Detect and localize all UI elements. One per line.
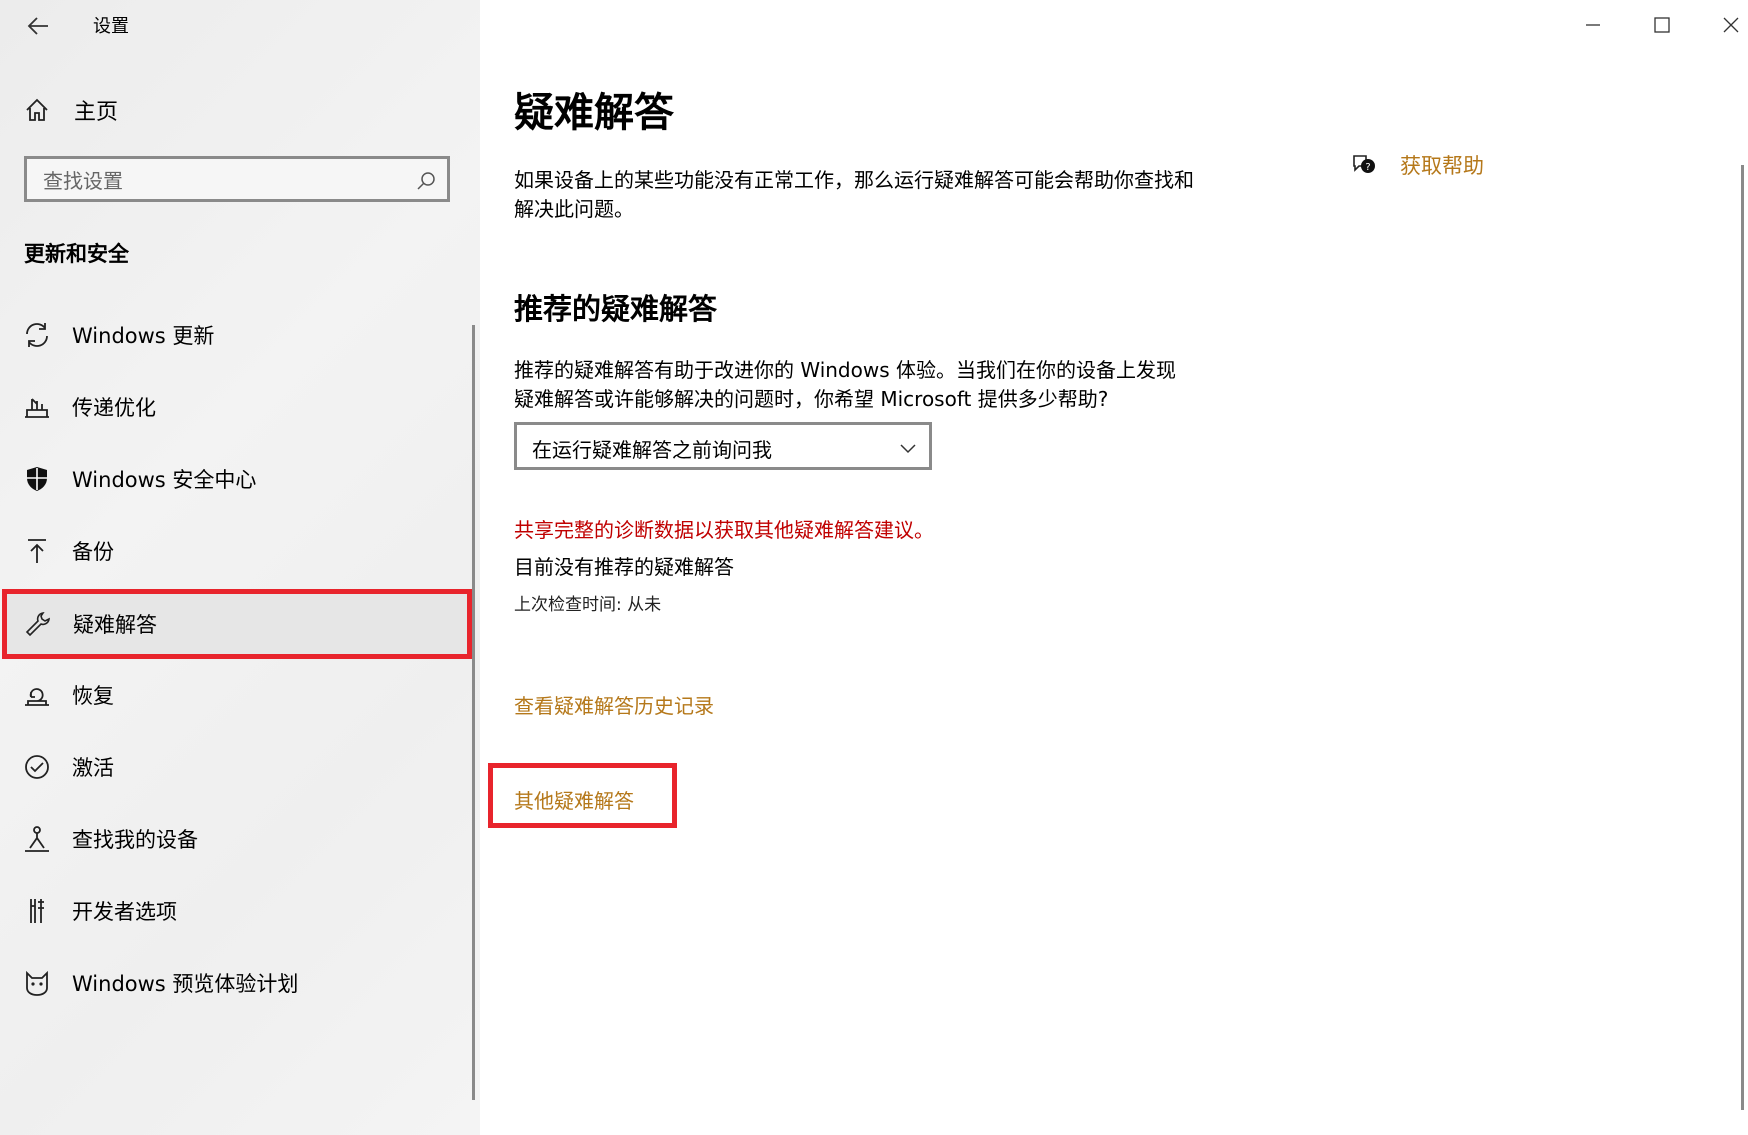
wrench-icon [25,612,50,637]
chevron-down-icon [900,444,916,454]
sidebar-item-home[interactable]: 主页 [24,92,118,128]
sidebar-item-backup[interactable]: 备份 [4,518,466,582]
sidebar-scrollbar[interactable] [472,325,475,1100]
other-troubleshooters-link[interactable]: 其他疑难解答 [488,763,677,828]
chat-help-icon: ? [1353,155,1375,173]
troubleshoot-preference-dropdown[interactable]: 在运行疑难解答之前询问我 [514,422,932,470]
sidebar-item-delivery-optimization[interactable]: 传递优化 [4,374,466,438]
other-troubleshooters-label: 其他疑难解答 [514,789,634,813]
sidebar-item-label: Windows 预览体验计划 [72,972,299,996]
dropdown-value: 在运行疑难解答之前询问我 [532,438,772,462]
sidebar-item-windows-insider[interactable]: Windows 预览体验计划 [4,950,466,1014]
view-history-link[interactable]: 查看疑难解答历史记录 [514,690,714,719]
recommended-description: 推荐的疑难解答有助于改进你的 Windows 体验。当我们在你的设备上发现疑难解… [514,358,1176,411]
search-icon[interactable] [415,170,437,192]
sidebar-item-label: 恢复 [72,684,114,708]
home-label: 主页 [74,100,119,125]
home-icon [26,98,48,121]
page-description: 如果设备上的某些功能没有正常工作，那么运行疑难解答可能会帮助你查找和解决此问题。 [514,168,1194,221]
app-title: 设置 [93,16,129,37]
sidebar-item-activation[interactable]: 激活 [4,734,466,798]
close-icon [1723,17,1739,33]
no-recommended-text: 目前没有推荐的疑难解答 [514,555,734,579]
recommended-title: 推荐的疑难解答 [514,292,718,326]
sidebar-item-find-my-device[interactable]: 查找我的设备 [4,806,466,870]
sidebar-item-windows-update[interactable]: Windows 更新 [4,302,466,366]
shield-icon [27,467,47,491]
section-title: 更新和安全 [24,242,129,266]
sidebar-item-label: 备份 [72,540,114,564]
sidebar-item-label: 开发者选项 [72,900,177,924]
check-circle-icon [25,755,49,779]
developer-tools-icon [30,899,44,923]
sidebar: 设置 主页 更新和安全 Windows 更新 传递优化 Windows 安全中心 [0,0,480,1135]
sidebar-item-label: 传递优化 [72,396,156,420]
maximize-icon [1654,17,1670,33]
minimize-icon [1586,24,1600,26]
back-arrow-icon [27,17,48,35]
sidebar-item-label: Windows 更新 [72,324,215,348]
delivery-optimization-icon [25,398,49,418]
sidebar-item-label: 查找我的设备 [72,828,198,852]
sidebar-item-troubleshoot[interactable]: 疑难解答 [2,589,472,659]
svg-text:?: ? [1365,162,1370,173]
get-help-label: 获取帮助 [1400,154,1484,178]
sidebar-item-label: 激活 [72,756,114,780]
recovery-icon [25,688,49,706]
refresh-icon [26,323,48,347]
maximize-button[interactable] [1637,10,1687,40]
back-button[interactable] [22,10,54,42]
sidebar-item-label: 疑难解答 [73,613,157,637]
insider-cat-icon [26,970,48,996]
last-check-time: 上次检查时间: 从未 [514,595,662,615]
search-box[interactable] [24,156,450,202]
diagnostic-data-warning: 共享完整的诊断数据以获取其他疑难解答建议。 [514,518,934,542]
sidebar-item-windows-security[interactable]: Windows 安全中心 [4,446,466,510]
sidebar-item-label: Windows 安全中心 [72,468,257,492]
close-button[interactable] [1706,10,1748,40]
search-input[interactable] [41,165,405,197]
main-scrollbar[interactable] [1741,165,1744,1110]
backup-arrow-icon [28,539,46,563]
sidebar-item-developer-options[interactable]: 开发者选项 [4,878,466,942]
page-title: 疑难解答 [514,90,674,136]
get-help-link[interactable]: ? 获取帮助 [1350,150,1484,180]
sidebar-item-recovery[interactable]: 恢复 [4,662,466,726]
find-device-icon [25,826,49,852]
minimize-button[interactable] [1568,10,1618,40]
main-content: 疑难解答 如果设备上的某些功能没有正常工作，那么运行疑难解答可能会帮助你查找和解… [480,0,1748,1135]
